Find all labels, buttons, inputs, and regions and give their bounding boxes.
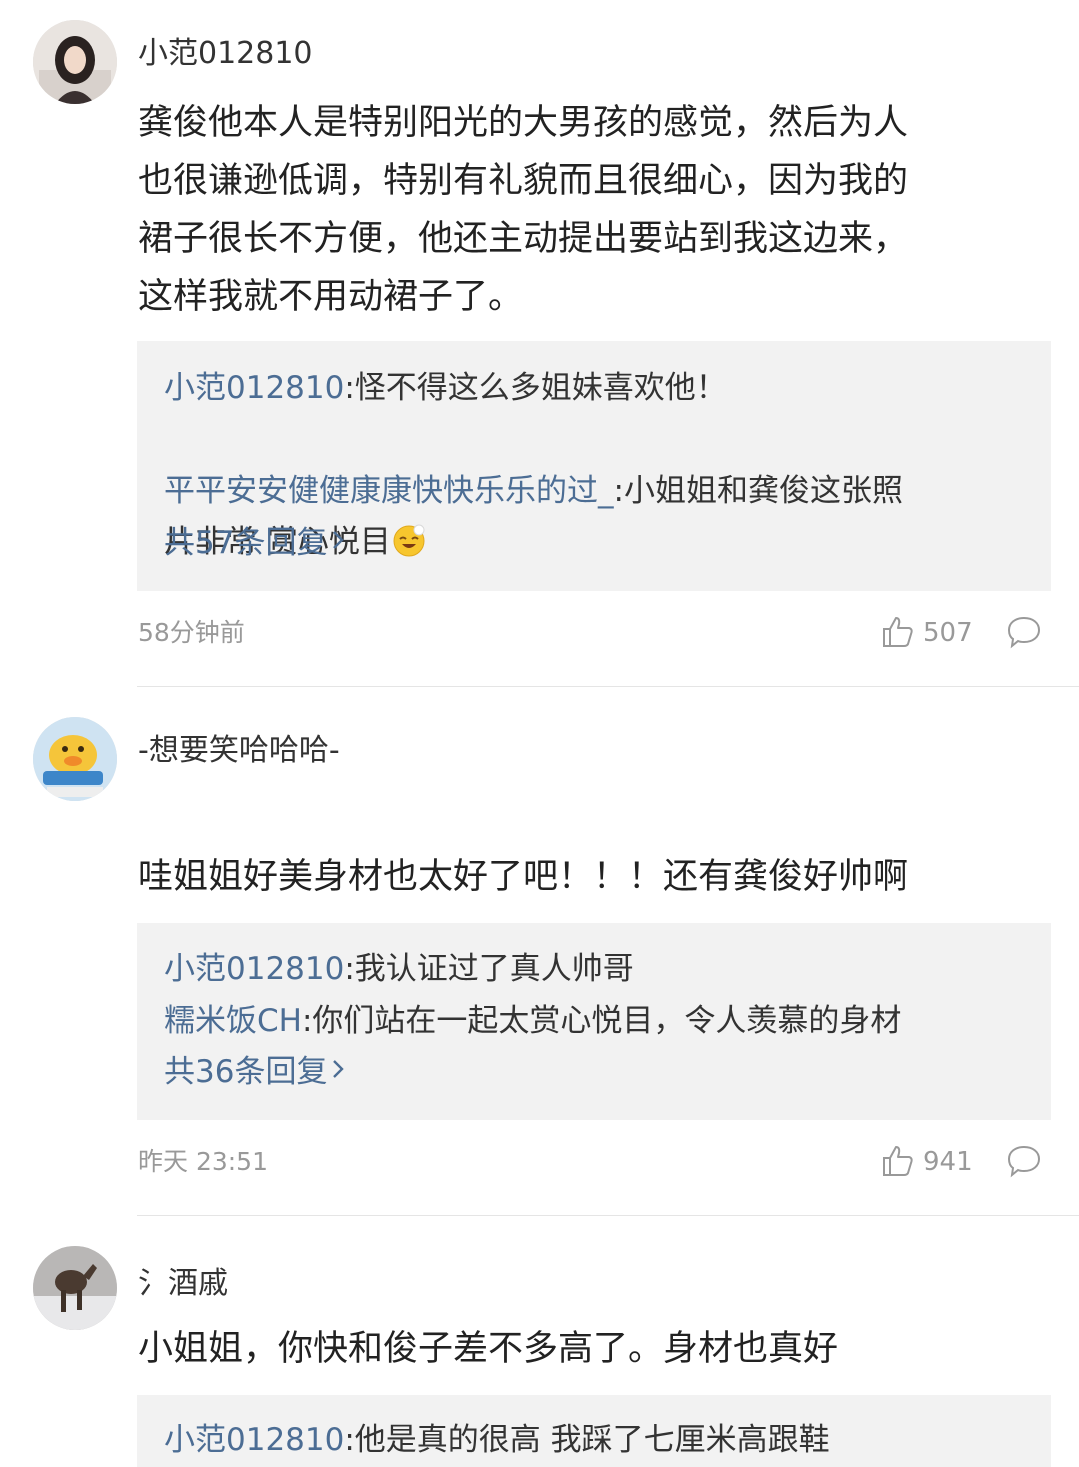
reply-item: 小范012810:他是真的很高 我踩了七厘米高跟鞋 (164, 1415, 1024, 1466)
comment-footer: 昨天 23:51 941 (0, 1142, 1079, 1182)
reply-separator: : (613, 473, 624, 509)
divider (137, 1215, 1079, 1216)
reply-box[interactable]: 小范012810:我认证过了真人帅哥 糯米饭CH:你们站在一起太赏心悦目，令人羡… (137, 923, 1051, 1120)
reply-username[interactable]: 糯米饭CH (164, 1003, 302, 1039)
reply-text: 我认证过了真人帅哥 (354, 951, 634, 987)
like-count: 507 (923, 618, 973, 648)
comment-item: 小范012810 龚俊他本人是特别阳光的大男孩的感觉，然后为人 也很谦逊低调，特… (0, 0, 1079, 687)
speech-bubble-icon[interactable] (1006, 1144, 1042, 1178)
comment-item: 氵酒戚 小姐姐，你快和俊子差不多高了。身材也真好 小范012810:他是真的很高… (0, 1217, 1079, 1467)
chevron-right-icon (331, 518, 345, 569)
reply-username[interactable]: 小范012810 (164, 370, 344, 406)
comment-username[interactable]: -想要笑哈哈哈- (138, 725, 340, 769)
thumbs-up-icon[interactable] (881, 1144, 915, 1178)
like-count: 941 (923, 1147, 973, 1177)
thumbs-up-icon[interactable] (881, 615, 915, 649)
reply-box[interactable]: 小范012810:他是真的很高 我踩了七厘米高跟鞋 (137, 1395, 1051, 1467)
comment-username[interactable]: 小范012810 (138, 28, 313, 72)
avatar[interactable] (33, 1246, 117, 1330)
more-replies-link[interactable]: 共36条回复 (164, 1047, 1024, 1098)
reply-item: 小范012810:怪不得这么多姐妹喜欢他！ (164, 363, 1024, 414)
reply-item: 糯米饭CH:你们站在一起太赏心悦目，令人羡慕的身材 (164, 996, 1024, 1047)
avatar-image (33, 717, 117, 801)
reply-item: 小范012810:我认证过了真人帅哥 (164, 944, 1024, 995)
reply-text: 他是真的很高 我踩了七厘米高跟鞋 (354, 1422, 830, 1458)
reply-text: 你们站在一起太赏心悦目，令人羡慕的身材 (312, 1003, 902, 1039)
comment-text: 小姐姐，你快和俊子差不多高了。身材也真好 (138, 1329, 839, 1369)
comment-time: 昨天 23:51 (138, 1147, 268, 1176)
reply-separator: : (344, 370, 355, 406)
comment-username[interactable]: 氵酒戚 (138, 1258, 228, 1302)
chevron-right-icon (331, 1047, 345, 1098)
avatar-image (33, 20, 117, 104)
reply-separator: : (301, 1003, 313, 1039)
more-replies-link[interactable]: 共57条回复 (164, 518, 1024, 569)
avatar[interactable] (33, 20, 117, 104)
avatar[interactable] (33, 717, 117, 801)
reply-username[interactable]: 小范012810 (164, 951, 344, 987)
comment-item: -想要笑哈哈哈- 哇姐姐好美身材也太好了吧！！！还有龚俊好帅啊 小范012810… (0, 687, 1079, 1217)
comment-text-body: 哇姐姐好美身材也太好了吧！！！还有龚俊好帅啊 (138, 857, 909, 897)
reply-box[interactable]: 小范012810:怪不得这么多姐妹喜欢他！ 平平安安健健康康快快乐乐的过_:小姐… (137, 341, 1051, 591)
speech-bubble-icon[interactable] (1006, 615, 1042, 649)
comment-time: 58分钟前 (138, 618, 245, 647)
more-replies-label: 共57条回复 (164, 525, 328, 561)
more-replies-label: 共36条回复 (164, 1054, 328, 1090)
reply-text: 怪不得这么多姐妹喜欢他！ (354, 370, 727, 406)
reply-separator: : (344, 951, 355, 987)
reply-username[interactable]: 小范012810 (164, 1422, 344, 1458)
comment-footer: 58分钟前 507 (0, 613, 1079, 653)
comment-text: 龚俊他本人是特别阳光的大男孩的感觉，然后为人 也很谦逊低调，特别有礼貌而且很细心… (138, 103, 909, 317)
reply-separator: : (344, 1422, 355, 1458)
avatar-image (33, 1246, 117, 1330)
reply-username[interactable]: 平平安安健健康康快快乐乐的过_ (164, 473, 614, 509)
